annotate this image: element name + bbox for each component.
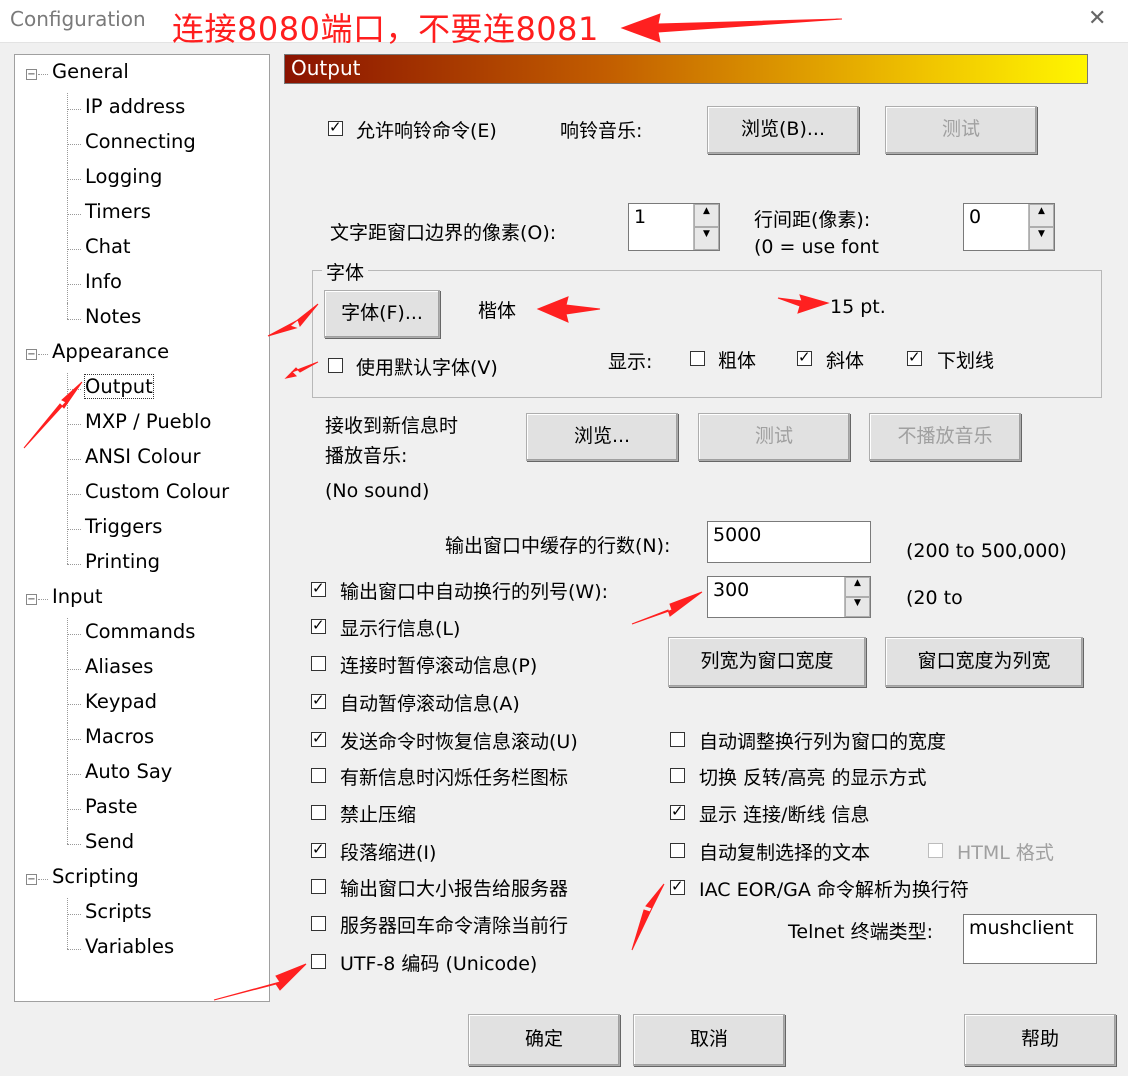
arrow-font-name xyxy=(536,296,601,323)
arrow-font-button xyxy=(267,303,319,337)
arrow-utf8 xyxy=(213,963,307,1001)
arrow-wrap xyxy=(631,591,703,625)
arrow-iac xyxy=(631,883,665,951)
arrow-output-item xyxy=(23,381,83,449)
arrow-title xyxy=(620,13,843,43)
arrow-font-size xyxy=(777,294,830,314)
arrow-default-font xyxy=(284,361,319,379)
annotation-arrows xyxy=(23,13,843,1001)
